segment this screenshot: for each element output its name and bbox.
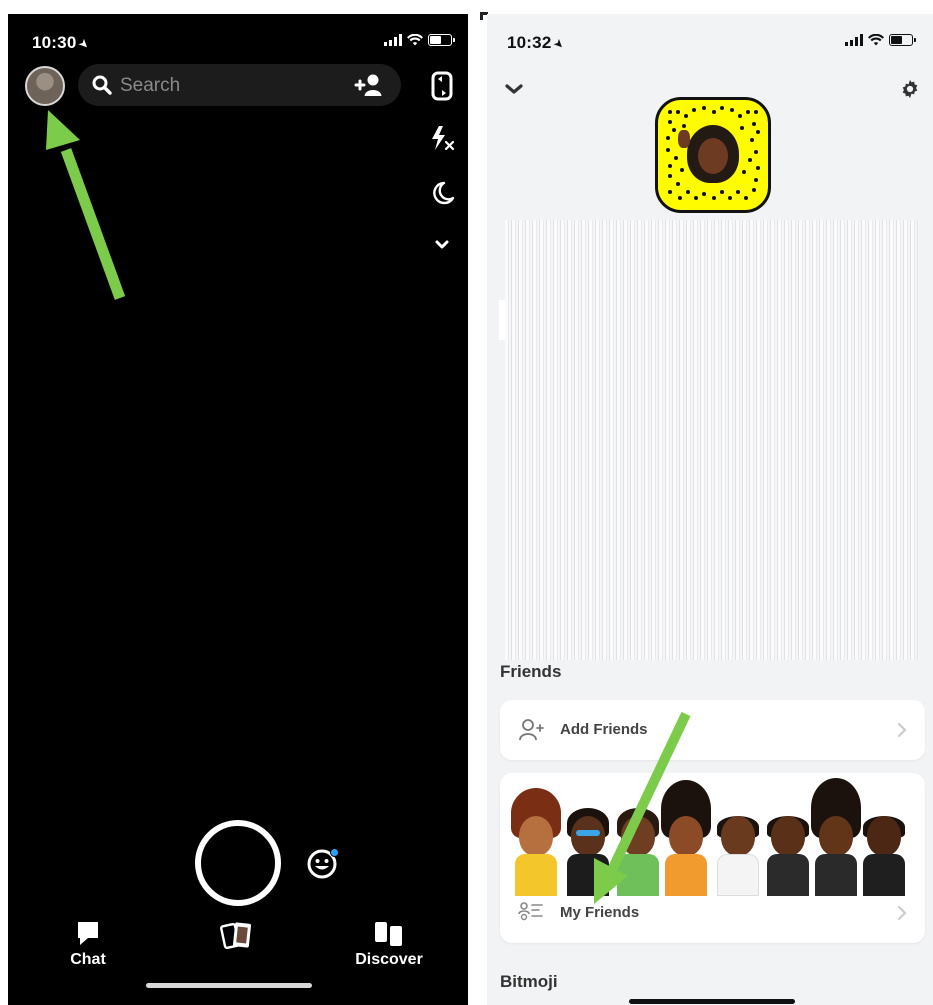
signal-icon [845,34,863,46]
friend-bitmoji [611,794,665,896]
location-arrow-icon: ➤ [551,35,569,53]
bitmoji-hand [678,130,690,148]
wifi-icon [868,34,884,46]
nav-discover[interactable]: Discover [348,919,430,969]
friend-bitmoji [659,780,715,896]
snapcode[interactable] [655,97,771,213]
gear-icon[interactable] [899,78,921,100]
friend-bitmoji [561,796,615,896]
bottom-nav: Chat Discover [8,919,468,989]
search-placeholder: Search [120,75,181,96]
add-friends-label: Add Friends [560,721,648,738]
chevron-down-icon[interactable] [433,238,451,252]
lens-button[interactable] [306,848,339,880]
camera-screen: 10:30➤ Search Chat Discover [8,14,468,1005]
discover-icon [375,922,402,946]
home-indicator [629,999,795,1004]
obscured-profile-content [505,220,919,660]
home-indicator [146,983,312,988]
profile-screen: 10:32➤ Friends Add Friends My Friends Bi… [487,14,933,1005]
add-friends-row[interactable]: Add Friends [500,700,925,760]
search-bar[interactable]: Search [78,64,401,106]
annotation-arrow-icon [46,110,126,300]
chevron-right-icon [898,906,907,920]
comparison-screenshot: 10:30➤ Search Chat Discover 10:32➤ Frien… [0,0,933,1005]
my-friends-label: My Friends [560,904,640,921]
status-bar: 10:32➤ [487,14,933,58]
status-bar: 10:30➤ [8,14,468,58]
moon-icon[interactable] [428,179,456,207]
location-arrow-icon: ➤ [76,35,94,53]
signal-icon [384,34,402,46]
friend-bitmoji [809,778,863,896]
flash-off-icon[interactable] [428,124,456,152]
search-icon [92,75,112,95]
add-friend-icon [519,719,544,741]
chevron-down-icon[interactable] [502,80,526,98]
wifi-icon [407,34,423,46]
nav-chat-label: Chat [70,951,106,968]
memories-icon [220,922,252,950]
bitmoji-face [698,138,728,174]
status-icons [384,34,455,46]
chat-icon [78,922,98,945]
status-time: 10:30➤ [32,33,94,53]
nav-chat[interactable]: Chat [60,919,116,969]
friend-bitmoji [711,788,765,896]
status-time: 10:32➤ [507,33,569,53]
battery-icon [889,34,916,46]
add-friend-icon[interactable] [353,72,383,98]
notification-dot [330,848,339,857]
profile-avatar[interactable] [25,66,65,106]
bitmoji-section-title: Bitmoji [500,972,558,991]
battery-icon [428,34,455,46]
friends-bitmoji-strip [499,776,909,896]
friend-bitmoji [857,798,911,896]
friends-section-title: Friends [500,662,562,681]
friend-bitmoji [509,786,563,896]
capture-button[interactable] [195,820,281,906]
nav-memories[interactable] [218,919,258,955]
friend-bitmoji [761,796,815,896]
card-edge [499,300,505,340]
chevron-right-icon [898,723,907,737]
nav-discover-label: Discover [355,951,423,968]
friends-list-icon [518,902,543,921]
status-icons [845,34,916,46]
flip-camera-icon[interactable] [430,70,454,102]
